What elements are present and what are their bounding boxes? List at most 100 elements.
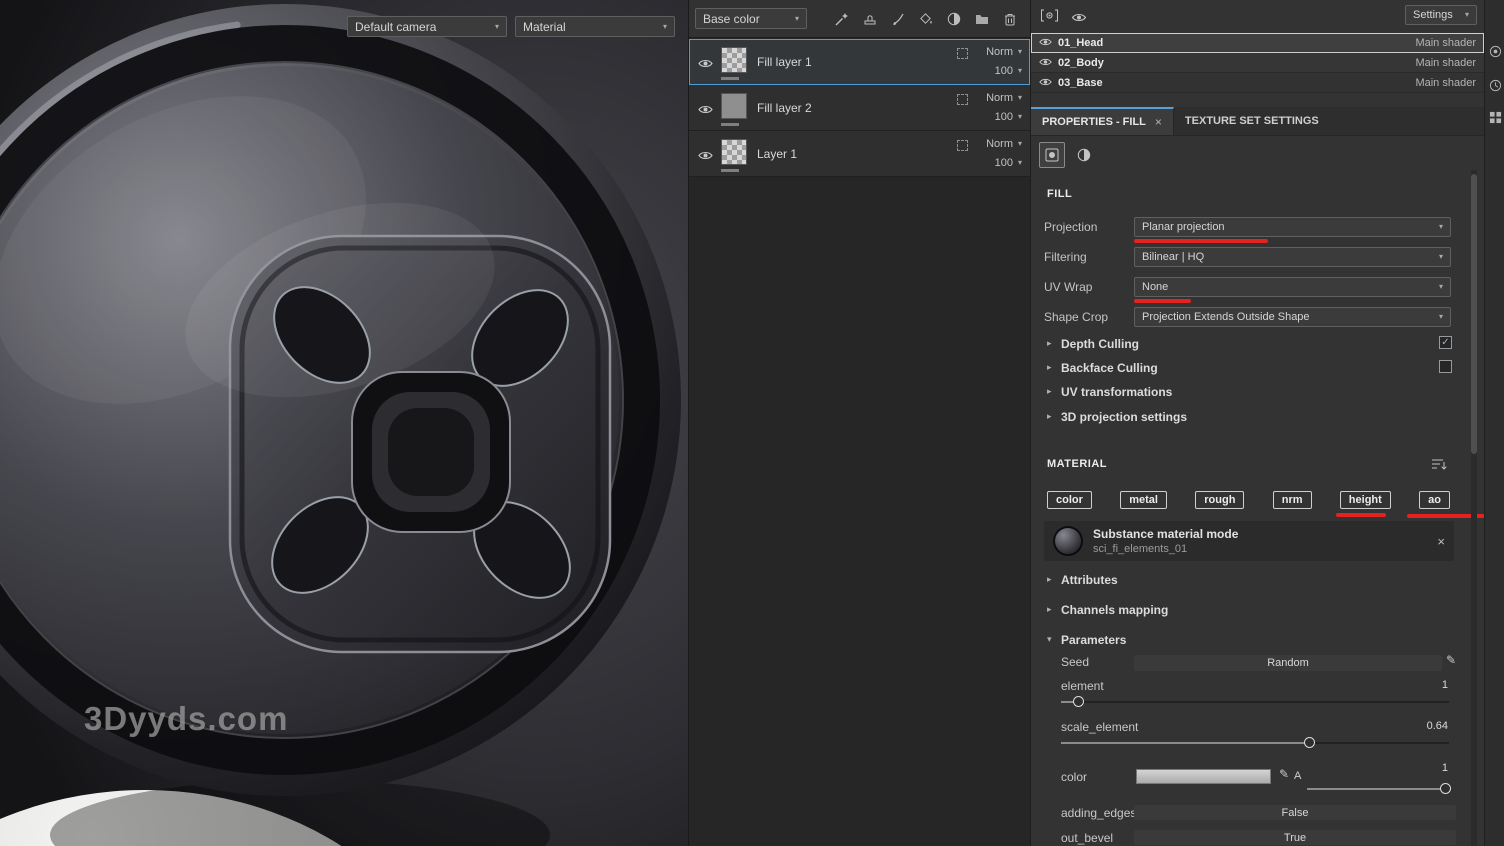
shading-mode-value: Material — [523, 20, 658, 34]
layer-row[interactable]: Layer 1 Norm ▾ 100 ▾ — [689, 131, 1030, 177]
shape-crop-dropdown[interactable]: Projection Extends Outside Shape ▾ — [1134, 307, 1451, 327]
3d-projection-settings-section[interactable]: ▸ 3D projection settings — [1031, 407, 1484, 429]
folder-icon[interactable] — [971, 8, 992, 29]
seed-label: Seed — [1061, 655, 1089, 669]
material-mode-button[interactable] — [1039, 142, 1065, 168]
alpha-slider[interactable] — [1307, 788, 1449, 790]
layer-blend-value: Norm — [986, 46, 1013, 58]
attributes-section[interactable]: ▸ Attributes — [1031, 570, 1484, 592]
channel-dropdown[interactable]: Base color ▾ — [695, 8, 807, 29]
isolate-view-icon[interactable] — [1040, 9, 1059, 27]
out-bevel-label: out_bevel — [1061, 831, 1113, 845]
chevron-down-icon: ▾ — [1018, 140, 1022, 148]
properties-scrollbar[interactable] — [1471, 170, 1477, 846]
filtering-dropdown[interactable]: Bilinear | HQ ▾ — [1134, 247, 1451, 267]
pencil-icon[interactable]: ✎ — [1279, 767, 1289, 781]
texture-set-row[interactable]: 01_Head Main shader — [1031, 33, 1484, 53]
channel-color-button[interactable]: color — [1047, 491, 1092, 509]
material-filter-icon[interactable] — [1431, 458, 1447, 476]
texture-set-visibility-icon[interactable] — [1039, 34, 1052, 52]
uv-wrap-dropdown[interactable]: None ▾ — [1134, 277, 1451, 297]
backface-culling-checkbox[interactable] — [1439, 360, 1452, 373]
display-settings-icon[interactable] — [1488, 44, 1502, 58]
mask-placeholder-icon[interactable] — [957, 94, 968, 105]
layer-name[interactable]: Fill layer 1 — [757, 55, 812, 69]
layer-thumbnail[interactable] — [721, 93, 747, 119]
layer-name[interactable]: Layer 1 — [757, 147, 797, 161]
history-icon[interactable] — [1488, 78, 1502, 92]
texture-set-visibility-icon[interactable] — [1039, 54, 1052, 72]
seed-random-button[interactable]: Random — [1134, 655, 1442, 671]
depth-culling-section[interactable]: ▸ Depth Culling ✓ — [1031, 334, 1484, 356]
layer-name[interactable]: Fill layer 2 — [757, 101, 812, 115]
channel-nrm-button[interactable]: nrm — [1273, 491, 1312, 509]
pencil-icon[interactable]: ✎ — [1446, 653, 1456, 667]
color-swatch[interactable] — [1136, 769, 1271, 784]
channel-rough-button[interactable]: rough — [1195, 491, 1244, 509]
camera-dropdown[interactable]: Default camera ▾ — [347, 16, 507, 37]
channel-height-button[interactable]: height — [1340, 491, 1391, 509]
visibility-eye-icon[interactable] — [1071, 10, 1087, 28]
layer-opacity-dropdown[interactable]: 100 ▾ — [995, 65, 1022, 77]
texture-set-row[interactable]: 03_Base Main shader — [1031, 73, 1484, 93]
layer-thumbnail[interactable] — [721, 47, 747, 73]
layer-opacity-dropdown[interactable]: 100 ▾ — [995, 111, 1022, 123]
channel-metal-button[interactable]: metal — [1120, 491, 1167, 509]
scrollbar-thumb[interactable] — [1471, 174, 1477, 454]
material-mode-card[interactable]: Substance material mode sci_fi_elements_… — [1044, 521, 1454, 561]
layer-blend-dropdown[interactable]: Norm ▾ — [986, 138, 1022, 150]
color-alpha-value[interactable]: 1 — [1442, 762, 1448, 774]
uv-transformations-section[interactable]: ▸ UV transformations — [1031, 382, 1484, 404]
scale-element-slider[interactable] — [1061, 742, 1449, 744]
scale-element-value[interactable]: 0.64 — [1427, 720, 1448, 732]
channels-mapping-label: Channels mapping — [1061, 603, 1168, 617]
projection-dropdown[interactable]: Planar projection ▾ — [1134, 217, 1451, 237]
adding-edges-toggle[interactable]: False — [1134, 805, 1456, 820]
scale-element-slider-knob[interactable] — [1304, 737, 1315, 748]
close-icon[interactable]: × — [1437, 534, 1445, 549]
layer-blend-dropdown[interactable]: Norm ▾ — [986, 46, 1022, 58]
channels-mapping-section[interactable]: ▸ Channels mapping — [1031, 600, 1484, 622]
settings-dropdown[interactable]: Settings ▾ — [1405, 5, 1477, 25]
element-value[interactable]: 1 — [1442, 679, 1448, 691]
3d-viewport[interactable]: 3Dyyds.com Default camera ▾ Material ▾ — [0, 0, 688, 846]
out-bevel-toggle[interactable]: True — [1134, 830, 1456, 845]
layer-opacity-dropdown[interactable]: 100 ▾ — [995, 157, 1022, 169]
chevron-right-icon: ▸ — [1047, 362, 1052, 373]
fill-bucket-icon[interactable] — [915, 8, 936, 29]
physical-mode-button[interactable] — [1071, 142, 1097, 168]
chevron-down-icon: ▾ — [1465, 11, 1469, 19]
annotation-underline-uv-wrap — [1134, 299, 1191, 303]
depth-culling-checkbox[interactable]: ✓ — [1439, 336, 1452, 349]
3d-projection-settings-label: 3D projection settings — [1061, 410, 1187, 424]
paint-brush-icon[interactable] — [887, 8, 908, 29]
tab-properties-fill[interactable]: PROPERTIES - FILL × — [1031, 107, 1174, 135]
mask-placeholder-icon[interactable] — [957, 140, 968, 151]
trash-icon[interactable] — [999, 8, 1020, 29]
channel-ao-button[interactable]: ao — [1419, 491, 1450, 509]
layer-visibility-icon[interactable] — [698, 148, 713, 166]
layer-visibility-icon[interactable] — [698, 102, 713, 120]
layer-thumbnail[interactable] — [721, 139, 747, 165]
backface-culling-section[interactable]: ▸ Backface Culling — [1031, 358, 1484, 380]
element-slider-knob[interactable] — [1073, 696, 1084, 707]
layer-visibility-icon[interactable] — [698, 56, 713, 74]
material-pie-icon[interactable] — [943, 8, 964, 29]
texture-set-visibility-icon[interactable] — [1039, 74, 1052, 92]
layer-row[interactable]: Fill layer 2 Norm ▾ 100 ▾ — [689, 85, 1030, 131]
eraser-stamp-icon[interactable] — [859, 8, 880, 29]
shelf-grid-icon[interactable] — [1488, 110, 1502, 124]
projection-value: Planar projection — [1142, 221, 1434, 233]
watermark: 3Dyyds.com — [84, 700, 288, 738]
shading-mode-dropdown[interactable]: Material ▾ — [515, 16, 675, 37]
close-icon[interactable]: × — [1155, 115, 1162, 129]
alpha-slider-knob[interactable] — [1440, 783, 1451, 794]
particle-brush-icon[interactable] — [831, 8, 852, 29]
tab-texture-set-settings[interactable]: TEXTURE SET SETTINGS — [1174, 107, 1330, 135]
layer-blend-dropdown[interactable]: Norm ▾ — [986, 92, 1022, 104]
element-slider[interactable] — [1061, 701, 1449, 703]
parameters-section[interactable]: ▾ Parameters — [1031, 630, 1484, 652]
texture-set-row[interactable]: 02_Body Main shader — [1031, 53, 1484, 73]
mask-placeholder-icon[interactable] — [957, 48, 968, 59]
layer-row[interactable]: Fill layer 1 Norm ▾ 100 ▾ — [689, 39, 1030, 85]
